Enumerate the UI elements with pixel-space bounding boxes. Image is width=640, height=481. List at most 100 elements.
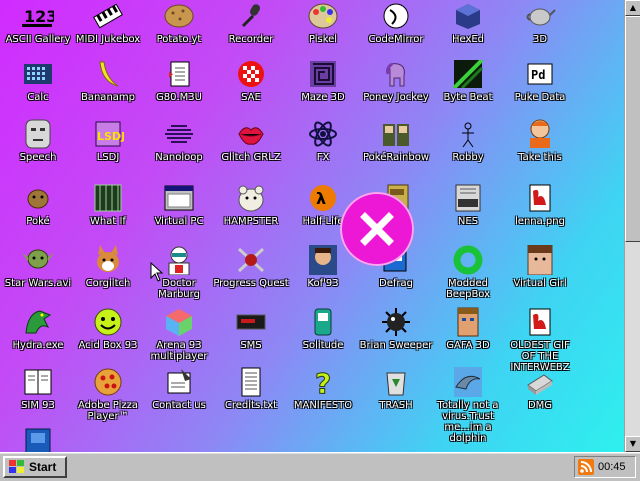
maze-icon	[307, 58, 339, 90]
desktop-icon-maze-3d[interactable]: Maze 3D	[283, 58, 363, 103]
desktop-icon-what-if[interactable]: What If	[68, 182, 148, 227]
waveform-icon	[163, 118, 195, 150]
desktop-icon-sae[interactable]: SAE	[211, 58, 291, 103]
girl-face-icon	[524, 244, 556, 276]
lsdj-icon: LSDJ	[92, 118, 124, 150]
playlist-icon	[163, 58, 195, 90]
desktop-icon-nes[interactable]: NES	[428, 182, 508, 227]
pokemon-icon	[22, 182, 54, 214]
desktop-icon-virtual-girl[interactable]: Virtual Girl	[500, 244, 580, 289]
solitude-icon	[307, 306, 339, 338]
desktop-icon-dolphin[interactable]: Totally not a virus.Trust me...im a dolp…	[428, 366, 508, 444]
teapot-icon	[524, 0, 556, 32]
desktop-icon-g80-m3u[interactable]: G80.M3U	[139, 58, 219, 103]
desktop-icon-arena-93[interactable]: Arena 93 multiplayer	[139, 306, 219, 362]
desktop-icon-fx[interactable]: FX	[283, 118, 363, 163]
scroll-up-button[interactable]: ▲	[625, 0, 640, 16]
desktop-icon-poke[interactable]: Poké	[0, 182, 78, 227]
desktop-icon-lenna-png[interactable]: lenna.png	[500, 182, 580, 227]
desktop-icon-codemirror[interactable]: CodeMirror	[356, 0, 436, 45]
image-file-icon	[524, 182, 556, 214]
close-badge-button[interactable]	[340, 192, 414, 266]
desktop-icon-midi-jukebox[interactable]: MIDI Jukebox	[68, 0, 148, 45]
desktop-icon-gafa-3d[interactable]: GAFA 3D	[428, 306, 508, 351]
desktop-icon-robby[interactable]: Robby	[428, 118, 508, 163]
fighter-icon	[307, 244, 339, 276]
dragon-icon	[22, 306, 54, 338]
desktop-icon-sim-93[interactable]: SIM 93	[0, 366, 78, 411]
half-life-icon: λ	[307, 182, 339, 214]
desktop-icon-solitude[interactable]: Solitude	[283, 306, 363, 351]
desktop-icon-corgiitch[interactable]: Corgiitch	[68, 244, 148, 289]
desktop-icon-calc[interactable]: Calc	[0, 58, 78, 103]
hamster-icon	[235, 182, 267, 214]
desktop-icon-modded-beepbox[interactable]: Modded BeepBox	[428, 244, 508, 300]
desktop-icon-ascii-gallery[interactable]: 123 ASCII Gallery	[0, 0, 78, 45]
dolphin-icon	[452, 366, 484, 398]
bytebeat-icon	[452, 58, 484, 90]
desktop-icon-progress-quest[interactable]: Progress Quest	[211, 244, 291, 289]
sim-book-icon	[22, 366, 54, 398]
face-icon	[22, 118, 54, 150]
calculator-icon	[22, 58, 54, 90]
desktop-icon-potato[interactable]: Potato.yt	[139, 0, 219, 45]
desktop-icon-blue-box[interactable]	[0, 426, 78, 452]
swords-icon	[235, 244, 267, 276]
desktop-icon-hampster[interactable]: HAMPSTER	[211, 182, 291, 227]
nes-console-icon	[452, 182, 484, 214]
question-mark-icon: ?	[307, 366, 339, 398]
desktop-icon-trash[interactable]: TRASH	[356, 366, 436, 411]
desktop-icon-poney-jockey[interactable]: Poney Jockey	[356, 58, 436, 103]
svg-text:123: 123	[24, 7, 54, 26]
desktop: 123 ASCII Gallery MIDI Jukebox Potato.yt…	[0, 0, 624, 452]
desktop-icon-speech[interactable]: Speech	[0, 118, 78, 163]
banana-icon	[92, 58, 124, 90]
desktop-icon-pokerainbow[interactable]: PokéRainbow	[356, 118, 436, 163]
desktop-icon-bananamp[interactable]: Bananamp	[68, 58, 148, 103]
scroll-down-button[interactable]: ▼	[625, 436, 640, 452]
desktop-icon-piskel[interactable]: Piskel	[283, 0, 363, 45]
desktop-icon-virtual-pc[interactable]: Virtual PC	[139, 182, 219, 227]
desktop-icon-recorder[interactable]: Recorder	[211, 0, 291, 45]
window-icon	[163, 182, 195, 214]
taskbar: Start 00:45	[0, 452, 640, 481]
desktop-icon-acid-box-93[interactable]: Acid Box 93	[68, 306, 148, 351]
desktop-icon-hexed[interactable]: HexEd	[428, 0, 508, 45]
recycle-bin-icon	[380, 366, 412, 398]
desktop-icon-glitch-grlz[interactable]: Glitch GRLZ	[211, 118, 291, 163]
desktop-icon-star-wars[interactable]: Star Wars.avi	[0, 244, 78, 289]
potato-icon	[163, 0, 195, 32]
scrollbar-thumb[interactable]	[625, 16, 640, 242]
blue-box-icon	[22, 426, 54, 452]
pizza-icon	[92, 366, 124, 398]
desktop-icon-contact-us[interactable]: Contact us	[139, 366, 219, 411]
desktop-icon-lsdj[interactable]: LSDJ LSDJ	[68, 118, 148, 163]
system-tray: 00:45	[574, 456, 636, 478]
disk-image-icon	[524, 366, 556, 398]
desktop-icon-manifesto[interactable]: ? MANIFESTO	[283, 366, 363, 411]
desktop-icon-brian-sweeper[interactable]: Brian Sweeper	[356, 306, 436, 351]
sega-master-system-icon	[235, 306, 267, 338]
desktop-icon-hydra[interactable]: Hydra.exe	[0, 306, 78, 351]
smiley-icon	[92, 306, 124, 338]
desktop-icon-3d[interactable]: 3D	[500, 0, 580, 45]
mouse-cursor-icon	[150, 262, 164, 282]
desktop-icon-oldest-gif[interactable]: OLDEST GIF OF THE INTERWEBZ	[500, 306, 580, 373]
desktop-icon-byte-beat[interactable]: Byte Beat	[428, 58, 508, 103]
desktop-icon-credits-txt[interactable]: Credits.txt	[211, 366, 291, 411]
rss-feed-icon[interactable]	[578, 459, 594, 475]
desktop-icon-sms[interactable]: SMS	[211, 306, 291, 351]
paint-palette-icon	[307, 0, 339, 32]
vertical-scrollbar[interactable]: ▲ ▼	[624, 0, 640, 452]
desktop-icon-puke-data[interactable]: Pd Puke Data	[500, 58, 580, 103]
start-button[interactable]: Start	[3, 456, 67, 478]
code-editor-icon	[380, 0, 412, 32]
yoda-icon	[22, 244, 54, 276]
green-ring-icon	[452, 244, 484, 276]
desktop-icon-dmg[interactable]: DMG	[500, 366, 580, 411]
close-icon	[357, 209, 397, 249]
desktop-icon-take-this[interactable]: Take this	[500, 118, 580, 163]
desktop-icon-adobe-pizza-player[interactable]: Adobe Pizza Player™	[68, 366, 148, 422]
amiga-ball-icon	[235, 58, 267, 90]
desktop-icon-nanoloop[interactable]: Nanoloop	[139, 118, 219, 163]
